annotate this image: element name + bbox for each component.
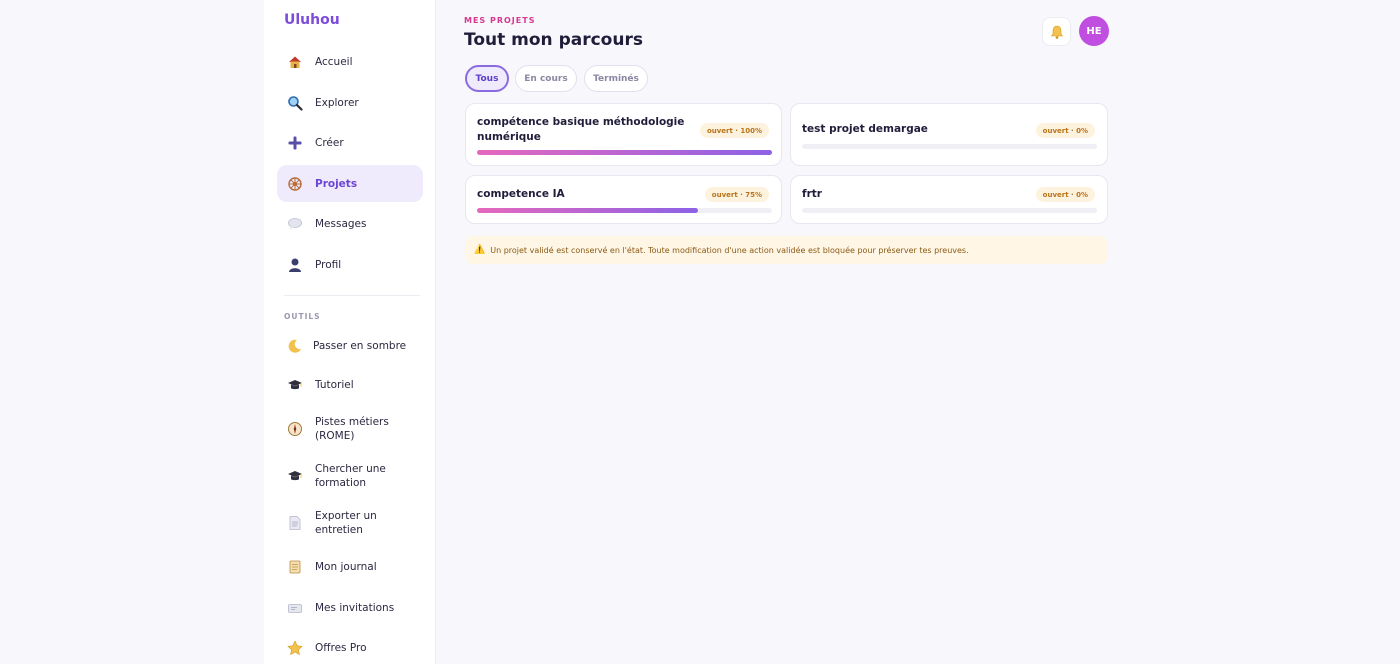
page-kicker: MES PROJETS [464,16,536,25]
project-card[interactable]: test projet demargae ouvert · 0% [790,103,1108,166]
plus-icon [287,135,303,151]
sidebar-item-profil[interactable]: Profil [277,246,423,283]
brand-logo[interactable]: Uluhou [284,12,340,28]
tool-label: Chercher une formation [315,463,386,489]
tool-label: Tutoriel [315,379,354,391]
graduation-cap-icon [287,377,303,393]
filter-termines[interactable]: Terminés [584,65,648,92]
tool-exporter-entretien[interactable]: Exporter un entretien [277,508,423,538]
project-card[interactable]: compétence basique méthodologie numériqu… [465,103,782,166]
scroll-icon [287,559,303,575]
filter-tous[interactable]: Tous [465,65,509,92]
progress-fill [477,208,699,213]
project-title: test projet demargae [802,123,928,135]
notifications-button[interactable] [1042,17,1071,46]
page-title: Tout mon parcours [464,30,643,50]
tool-label: Mes invitations [315,602,395,614]
filter-en-cours[interactable]: En cours [515,65,577,92]
star-icon [287,640,303,656]
magnifier-icon [287,95,303,111]
status-badge: ouvert · 0% [1035,187,1095,202]
sidebar-item-explorer[interactable]: Explorer [277,84,423,121]
project-title: competence IA [477,188,565,200]
progress-bar [477,208,772,213]
sidebar-item-label: Profil [315,258,342,271]
sidebar-item-label: Accueil [315,55,353,68]
tool-chercher-formation[interactable]: Chercher une formation [277,461,423,491]
sidebar-item-label: Projets [315,177,358,190]
status-badge: ouvert · 0% [1035,123,1095,138]
avatar[interactable]: HE [1079,16,1109,46]
tool-offres-pro[interactable]: Offres Pro [277,638,423,658]
info-notice: ⚠️ Un projet validé est conservé en l'ét… [465,236,1108,264]
tool-label: Exporter un entretien [315,510,377,536]
sidebar-item-projets[interactable]: Projets [277,165,423,202]
sidebar-divider [284,295,420,296]
graduation-cap-icon [287,468,303,484]
sidebar-item-creer[interactable]: Créer [277,124,423,161]
document-icon [287,515,303,531]
sidebar-item-label: Explorer [315,96,359,109]
project-title: compétence basique méthodologie numériqu… [477,116,685,143]
tools-section-label: OUTILS [284,312,321,321]
sidebar-item-accueil[interactable]: Accueil [277,43,423,80]
sidebar-item-messages[interactable]: Messages [277,205,423,242]
warning-icon: ⚠️ [474,245,486,255]
tool-mes-invitations[interactable]: Mes invitations [277,598,423,618]
compass-icon [287,421,303,437]
sidebar-item-label: Messages [315,217,367,230]
wheel-icon [287,176,303,192]
progress-bar [802,144,1097,149]
bell-icon [1049,24,1065,40]
progress-bar [477,150,772,155]
project-card[interactable]: frtr ouvert · 0% [790,175,1108,224]
house-icon [287,54,303,70]
progress-bar [802,208,1097,213]
person-icon [287,257,303,273]
ticket-icon [287,600,303,616]
tool-label: Mon journal [315,561,377,573]
tool-mon-journal[interactable]: Mon journal [277,557,423,577]
tool-label: Offres Pro [315,642,367,654]
moon-icon [287,338,303,354]
project-card[interactable]: competence IA ouvert · 75% [465,175,782,224]
project-title: frtr [802,188,822,200]
status-badge: ouvert · 100% [699,123,769,138]
tool-passer-en-sombre[interactable]: Passer en sombre [277,336,423,356]
sidebar-item-label: Créer [315,136,344,149]
progress-fill [477,150,772,155]
speech-bubble-icon [287,216,303,232]
tool-tutoriel[interactable]: Tutoriel [277,375,423,395]
tool-label: Passer en sombre [313,340,407,352]
tool-pistes-metiers[interactable]: Pistes métiers (ROME) [277,414,423,444]
tool-label: Pistes métiers (ROME) [315,416,389,442]
sidebar: Uluhou Accueil Explorer Créer Projets Me… [264,0,436,664]
notice-text: Un projet validé est conservé en l'état.… [490,245,969,255]
status-badge: ouvert · 75% [704,187,769,202]
